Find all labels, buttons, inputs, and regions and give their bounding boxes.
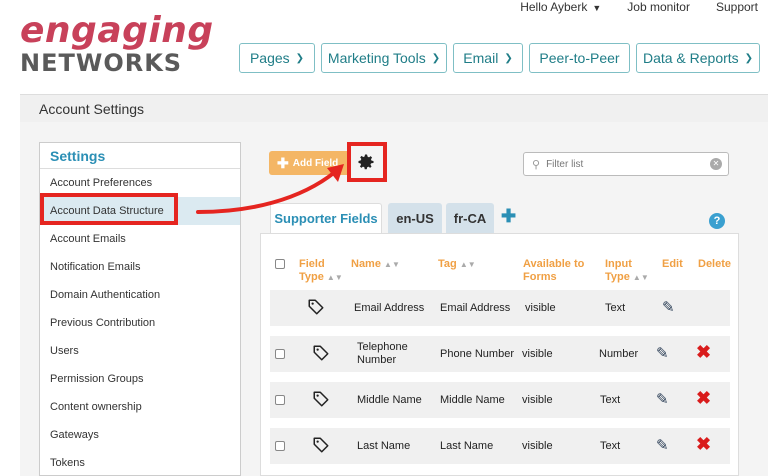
row-checkbox[interactable] xyxy=(275,395,285,405)
filter-input[interactable]: ⚲ Filter list ✕ xyxy=(523,152,729,176)
annotation-highlight-sidebar-item xyxy=(40,193,178,225)
row-checkbox[interactable] xyxy=(275,441,285,451)
column-header-name-label: Name xyxy=(351,258,381,270)
field-tag: Email Address xyxy=(440,302,511,314)
field-input-type: Number xyxy=(599,348,639,360)
chevron-down-icon: ❯ xyxy=(295,52,305,64)
table-row[interactable]: Middle Name Middle Name visible Text ✎ ✖ xyxy=(270,382,730,418)
clear-icon[interactable]: ✕ xyxy=(710,158,722,170)
column-header-available-to-forms[interactable]: Available to Forms xyxy=(523,258,597,284)
table-row[interactable]: Email Address Email Address visible Text… xyxy=(270,290,730,326)
utility-nav: Hello Ayberk ▼ Job monitor Support xyxy=(468,0,758,14)
field-tag: Middle Name xyxy=(440,394,505,406)
main-nav: Pages ❯ Marketing Tools ❯ Email ❯ Peer-to-P… xyxy=(239,43,766,73)
sidebar-item-account-emails[interactable]: Account Emails xyxy=(40,225,240,253)
column-header-delete: Delete xyxy=(698,258,732,270)
table-row[interactable]: Telephone Number Phone Number visible Nu… xyxy=(270,336,730,372)
chevron-down-icon: ❯ xyxy=(431,52,441,64)
nav-marketing-tools-label: Marketing Tools xyxy=(327,50,426,66)
tab-en-us[interactable]: en-US xyxy=(388,203,442,233)
field-name: Telephone Number xyxy=(357,341,408,366)
sort-icon: ▲▼ xyxy=(632,273,649,282)
logo-wordmark-top: engaging xyxy=(20,10,214,51)
nav-marketing-tools[interactable]: Marketing Tools ❯ xyxy=(321,43,447,73)
field-input-type: Text xyxy=(600,440,621,452)
search-icon: ⚲ xyxy=(532,158,541,171)
help-icon[interactable]: ? xyxy=(709,213,725,229)
sidebar-item-domain-authentication[interactable]: Domain Authentication xyxy=(40,281,240,309)
field-availability: visible xyxy=(525,302,556,314)
field-tag: Phone Number xyxy=(440,348,514,360)
fields-table: Field Type ▲▼ Name ▲▼ Tag ▲▼ Available t… xyxy=(260,233,739,476)
edit-pencil-icon[interactable]: ✎ xyxy=(656,344,669,362)
tag-icon xyxy=(313,391,329,407)
page-title-bar: Account Settings xyxy=(20,94,768,122)
sort-icon: ▲▼ xyxy=(384,260,400,269)
filter-placeholder: Filter list xyxy=(546,158,584,170)
support-link[interactable]: Support xyxy=(716,0,758,14)
nav-data-reports[interactable]: Data & Reports ❯ xyxy=(636,43,760,73)
select-all-checkbox[interactable] xyxy=(275,259,285,269)
column-header-available-label: Available to Forms xyxy=(523,258,585,283)
nav-data-reports-label: Data & Reports xyxy=(642,50,739,66)
sort-icon: ▲▼ xyxy=(326,273,343,282)
chevron-down-icon: ▼ xyxy=(592,3,602,13)
column-header-edit: Edit xyxy=(662,258,683,270)
tag-icon xyxy=(308,299,324,315)
field-input-type: Text xyxy=(605,302,626,314)
field-name: Last Name xyxy=(357,440,411,452)
logo-wordmark-bottom: NETWORKS xyxy=(20,49,183,77)
delete-x-icon[interactable]: ✖ xyxy=(696,434,711,455)
user-menu[interactable]: Hello Ayberk ▼ xyxy=(494,0,601,14)
annotation-highlight-gear xyxy=(347,142,387,182)
edit-pencil-icon[interactable]: ✎ xyxy=(662,298,675,316)
tag-icon xyxy=(313,345,329,361)
delete-x-icon[interactable]: ✖ xyxy=(696,342,711,363)
nav-peer-to-peer[interactable]: Peer-to-Peer xyxy=(529,43,630,73)
tag-icon xyxy=(313,437,329,453)
column-header-input-type[interactable]: Input Type ▲▼ xyxy=(605,258,655,284)
field-name: Email Address xyxy=(354,302,425,314)
chevron-down-icon: ❯ xyxy=(504,52,513,64)
sidebar-item-notification-emails[interactable]: Notification Emails xyxy=(40,253,240,281)
edit-pencil-icon[interactable]: ✎ xyxy=(656,390,669,408)
column-header-field-type-label: Field Type xyxy=(299,258,325,283)
sidebar-item-previous-contribution[interactable]: Previous Contribution xyxy=(40,309,240,337)
sidebar-item-permission-groups[interactable]: Permission Groups xyxy=(40,365,240,393)
delete-x-icon[interactable]: ✖ xyxy=(696,388,711,409)
column-header-field-type[interactable]: Field Type ▲▼ xyxy=(299,258,345,284)
row-checkbox[interactable] xyxy=(275,349,285,359)
page-title: Account Settings xyxy=(39,101,145,117)
job-monitor-link[interactable]: Job monitor xyxy=(627,0,690,14)
brand-logo[interactable]: engaging NETWORKS xyxy=(20,10,214,77)
sort-icon: ▲▼ xyxy=(459,260,476,269)
column-header-name[interactable]: Name ▲▼ xyxy=(351,258,411,271)
sidebar-item-content-ownership[interactable]: Content ownership xyxy=(40,393,240,421)
page: engaging NETWORKS Hello Ayberk ▼ Job moni… xyxy=(0,0,768,476)
annotation-arrow xyxy=(196,164,344,214)
sidebar-item-users[interactable]: Users xyxy=(40,337,240,365)
chevron-down-icon: ❯ xyxy=(744,52,754,64)
add-tab-icon[interactable]: ✚ xyxy=(501,206,516,227)
table-row[interactable]: Last Name Last Name visible Text ✎ ✖ xyxy=(270,428,730,464)
column-header-tag-label: Tag xyxy=(438,258,457,270)
column-header-input-type-label: Input Type xyxy=(605,258,632,283)
field-availability: visible xyxy=(522,394,553,406)
sidebar-item-gateways[interactable]: Gateways xyxy=(40,421,240,449)
edit-pencil-icon[interactable]: ✎ xyxy=(656,436,669,454)
nav-peer-to-peer-label: Peer-to-Peer xyxy=(539,50,620,66)
nav-email[interactable]: Email ❯ xyxy=(453,43,523,73)
field-availability: visible xyxy=(522,348,553,360)
nav-pages-label: Pages xyxy=(249,50,290,66)
sidebar-item-tokens[interactable]: Tokens xyxy=(40,449,240,476)
user-menu-label: Hello Ayberk xyxy=(520,0,588,14)
tab-fr-ca[interactable]: fr-CA xyxy=(446,203,494,233)
column-header-tag[interactable]: Tag ▲▼ xyxy=(438,258,498,271)
field-tag: Last Name xyxy=(440,440,494,452)
nav-email-label: Email xyxy=(463,50,499,66)
field-input-type: Text xyxy=(600,394,621,406)
nav-pages[interactable]: Pages ❯ xyxy=(239,43,315,73)
field-name: Middle Name xyxy=(357,394,422,406)
field-availability: visible xyxy=(522,440,553,452)
